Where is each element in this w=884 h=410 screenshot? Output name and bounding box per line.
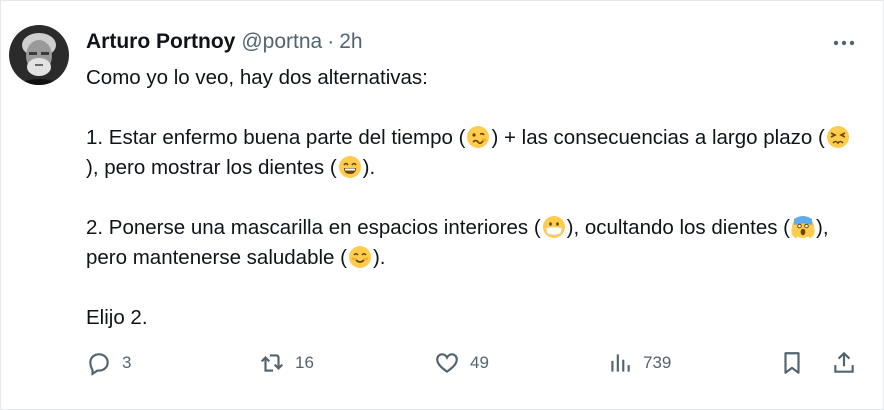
woozy-face-icon <box>467 126 490 148</box>
bookmark-icon <box>784 352 800 374</box>
retweet-icon <box>260 354 284 372</box>
mask-face-icon <box>542 216 565 238</box>
tweet-paragraph-option-2: 2. Ponerse una mascarilla en espacios in… <box>86 216 829 269</box>
share-button[interactable] <box>831 347 857 379</box>
more-options-button[interactable] <box>829 31 859 55</box>
share-icon <box>834 351 854 373</box>
smiling-face-icon <box>348 246 371 268</box>
tweet-line-intro: Como yo lo veo, hay dos alternativas: <box>86 66 428 89</box>
views-icon <box>611 354 630 372</box>
author-handle[interactable]: @portna <box>241 30 322 54</box>
tweet-header: Arturo Portnoy @portna · 2h <box>86 30 363 54</box>
screaming-face-icon <box>791 216 815 239</box>
action-bar: 3 16 49 739 <box>1 347 884 379</box>
avatar[interactable] <box>9 25 69 85</box>
reply-count: 3 <box>122 353 132 372</box>
more-icon <box>833 40 855 46</box>
tweet-text: Como yo lo veo, hay dos alternativas: 1.… <box>86 63 856 333</box>
bookmark-button[interactable] <box>779 347 805 379</box>
retweet-button[interactable]: 16 <box>259 347 314 379</box>
like-icon <box>436 353 458 373</box>
author-name[interactable]: Arturo Portnoy <box>86 30 235 54</box>
tired-face-icon <box>826 126 849 148</box>
retweet-count: 16 <box>295 353 314 372</box>
tweet-card[interactable]: Arturo Portnoy @portna · 2h Como yo lo v… <box>0 0 884 410</box>
like-count: 49 <box>470 353 489 372</box>
tweet-line-closing: Elijo 2. <box>86 306 148 329</box>
separator-dot: · <box>327 30 335 53</box>
views-count: 739 <box>643 353 672 372</box>
views-button[interactable]: 739 <box>607 347 671 379</box>
like-button[interactable]: 49 <box>434 347 489 379</box>
reply-icon <box>89 353 109 376</box>
tweet-paragraph-option-1: 1. Estar enfermo buena parte del tiempo … <box>86 123 856 183</box>
timestamp[interactable]: 2h <box>339 30 362 54</box>
grinning-face-icon <box>338 156 361 178</box>
reply-button[interactable]: 3 <box>86 347 131 379</box>
